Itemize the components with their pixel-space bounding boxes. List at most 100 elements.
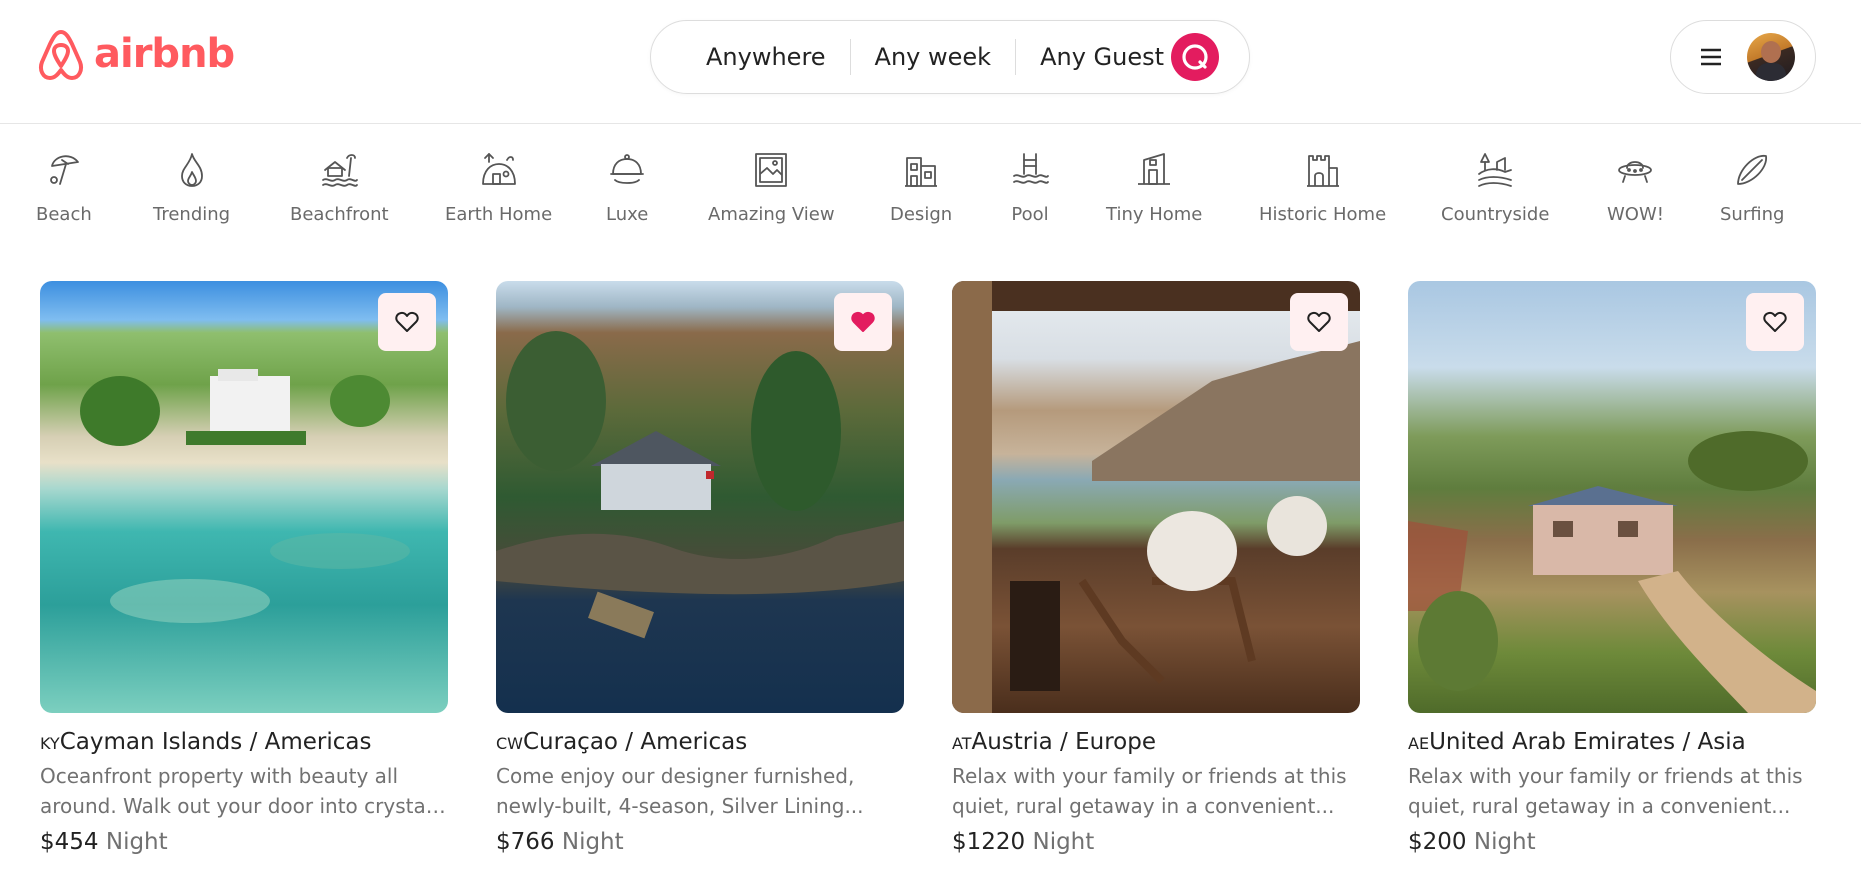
earth-home-icon [481, 153, 516, 185]
ufo-icon [1618, 161, 1653, 183]
category-label: Surfing [1720, 204, 1785, 225]
user-menu[interactable] [1670, 20, 1816, 94]
price-unit: Night [105, 829, 168, 855]
top-header: airbnb Anywhere Any week Any Guest [0, 0, 1861, 124]
logo-text: airbnb [94, 31, 235, 77]
hamburger-icon[interactable] [1699, 47, 1723, 67]
category-luxe[interactable]: Luxe [606, 150, 648, 225]
country-code: AE [1408, 734, 1430, 753]
category-wow[interactable]: WOW! [1607, 150, 1664, 225]
country-code: KY [40, 734, 60, 753]
listing-location: Curaçao / Americas [523, 729, 748, 755]
listing-title[interactable]: ATAustria / Europe [952, 729, 1360, 755]
historic-home-icon [1306, 155, 1339, 187]
price-unit: Night [561, 829, 624, 855]
price-unit: Night [1473, 829, 1536, 855]
description-line: quiet, rural getaway in a convenient... [952, 794, 1335, 818]
countryside-icon [1478, 153, 1513, 187]
description-line: around. Walk out your door into crystal.… [40, 794, 448, 818]
surfboard-icon [1737, 155, 1768, 185]
category-label: Trending [153, 204, 231, 225]
price-unit: Night [1032, 829, 1095, 855]
listing-description: Come enjoy our designer furnished, newly… [496, 761, 904, 821]
listing-price: $766 Night [496, 829, 904, 855]
design-building-icon [905, 157, 938, 187]
listing-image[interactable] [952, 281, 1360, 713]
price-value: $200 [1408, 829, 1467, 855]
country-code: CW [496, 734, 523, 753]
category-label: Design [890, 204, 953, 225]
description-line: Relax with your family or friends at thi… [952, 764, 1347, 788]
tiny-home-icon [1138, 153, 1171, 185]
description-line: Oceanfront property with beauty all [40, 764, 399, 788]
search-bar[interactable]: Anywhere Any week Any Guest [650, 20, 1250, 94]
search-dates[interactable]: Any week [875, 43, 992, 71]
category-design[interactable]: Design [890, 150, 952, 225]
listing-title[interactable]: KYCayman Islands / Americas [40, 729, 448, 755]
favorite-button[interactable] [1290, 293, 1348, 351]
avatar[interactable] [1747, 33, 1795, 81]
description-line: quiet, rural getaway in a convenient... [1408, 794, 1791, 818]
search-icon [1182, 44, 1208, 70]
category-countryside[interactable]: Countryside [1441, 150, 1549, 225]
listing-card[interactable]: CWCuraçao / Americas Come enjoy our desi… [496, 281, 904, 855]
category-label: Tiny Home [1106, 204, 1203, 225]
beach-umbrella-icon [49, 155, 79, 185]
price-value: $454 [40, 829, 99, 855]
listing-price: $1220 Night [952, 829, 1360, 855]
category-tiny-home[interactable]: Tiny Home [1106, 150, 1202, 225]
heart-outline-icon [1307, 311, 1331, 332]
airbnb-logo[interactable]: airbnb [38, 26, 235, 82]
category-label: Pool [1011, 204, 1049, 225]
listing-description: Relax with your family or friends at thi… [1408, 761, 1816, 821]
search-button[interactable] [1171, 33, 1219, 81]
heart-outline-icon [395, 311, 419, 332]
listing-location: Austria / Europe [971, 729, 1156, 755]
category-amazing-view[interactable]: Amazing View [708, 150, 835, 225]
category-label: Historic Home [1259, 204, 1387, 225]
listing-card[interactable]: ATAustria / Europe Relax with your famil… [952, 281, 1360, 855]
price-value: $766 [496, 829, 555, 855]
search-divider [1015, 39, 1017, 75]
search-guests[interactable]: Any Guest [1040, 43, 1164, 71]
category-earth-home[interactable]: Earth Home [445, 150, 552, 225]
listing-image[interactable] [1408, 281, 1816, 713]
category-trending[interactable]: Trending [153, 150, 230, 225]
category-beachfront[interactable]: Beachfront [290, 150, 389, 225]
listing-title[interactable]: AEUnited Arab Emirates / Asia [1408, 729, 1816, 755]
listing-title[interactable]: CWCuraçao / Americas [496, 729, 904, 755]
country-code: AT [952, 734, 972, 753]
price-value: $1220 [952, 829, 1026, 855]
favorite-button[interactable] [834, 293, 892, 351]
listing-location: Cayman Islands / Americas [59, 729, 372, 755]
luxe-cloche-icon [610, 154, 645, 184]
category-label: Beachfront [290, 204, 389, 225]
listing-location: United Arab Emirates / Asia [1429, 729, 1746, 755]
listing-price: $454 Night [40, 829, 448, 855]
listing-card[interactable]: KYCayman Islands / Americas Oceanfront p… [40, 281, 448, 855]
listing-card[interactable]: AEUnited Arab Emirates / Asia Relax with… [1408, 281, 1816, 855]
category-surfing[interactable]: Surfing [1720, 150, 1784, 225]
category-label: Luxe [606, 204, 649, 225]
category-label: Beach [36, 204, 92, 225]
favorite-button[interactable] [1746, 293, 1804, 351]
airbnb-logo-icon [39, 30, 83, 80]
search-divider [849, 39, 851, 75]
favorite-button[interactable] [378, 293, 436, 351]
description-line: Come enjoy our designer furnished, [496, 764, 855, 788]
listing-price: $200 Night [1408, 829, 1816, 855]
category-historic-home[interactable]: Historic Home [1259, 150, 1386, 225]
category-beach[interactable]: Beach [36, 150, 92, 225]
description-line: Relax with your family or friends at thi… [1408, 764, 1803, 788]
beachfront-icon [322, 154, 359, 187]
listing-image[interactable] [496, 281, 904, 713]
listing-description: Relax with your family or friends at thi… [952, 761, 1360, 821]
search-location[interactable]: Anywhere [706, 43, 826, 71]
listing-image[interactable] [40, 281, 448, 713]
category-label: Countryside [1441, 204, 1550, 225]
flame-icon [180, 153, 203, 187]
category-bar: Beach Trending Beachfront Earth Home Lux… [0, 124, 1861, 254]
pool-icon [1013, 153, 1049, 184]
category-pool[interactable]: Pool [1010, 150, 1050, 225]
category-label: Amazing View [708, 204, 835, 225]
